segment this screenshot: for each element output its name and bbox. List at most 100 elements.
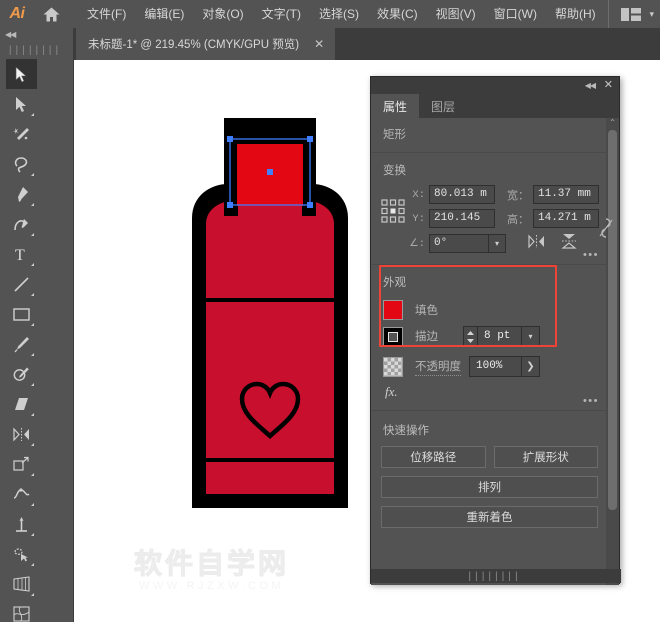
perfume-bottle-artwork[interactable]	[180, 118, 360, 513]
menu-item-view[interactable]: 视图(V)	[427, 3, 485, 25]
watermark-en: WWW.RJZXW.COM	[138, 580, 285, 592]
transform-more-button[interactable]: •••	[583, 249, 599, 261]
stroke-width-stepper[interactable]	[463, 326, 478, 347]
shaper-tool[interactable]	[6, 359, 37, 389]
direct-selection-tool[interactable]	[6, 89, 37, 119]
curvature-tool[interactable]	[6, 209, 37, 239]
shape-builder-tool[interactable]	[6, 539, 37, 569]
appearance-more-button[interactable]: •••	[583, 395, 599, 407]
fx-button[interactable]: fx.	[371, 380, 608, 402]
height-label: 高：	[507, 213, 529, 226]
flip-vertical-icon[interactable]	[561, 233, 577, 254]
tool-corner-icon	[31, 293, 34, 296]
appearance-heading: 外观	[383, 277, 406, 289]
tools-panel-grip[interactable]: ▏▏▏▏▏▏▏▏	[0, 43, 73, 57]
menu-item-effect[interactable]: 效果(C)	[368, 3, 427, 25]
tab-layers[interactable]: 图层	[419, 94, 467, 118]
appearance-section: 外观 填色 描边 8 pt ▾ 不透明度 100% ❯ fx. •••	[371, 265, 608, 411]
width-group: 宽： 11.37 mm	[505, 185, 599, 204]
opacity-label[interactable]: 不透明度	[415, 358, 461, 376]
panel-resize-grip[interactable]: ▏▏▏▏▏▏▏▏	[371, 569, 621, 583]
opacity-swatch[interactable]	[383, 356, 403, 377]
reference-point-grid-icon[interactable]	[381, 185, 405, 254]
document-tab-label: 未标题-1* @ 219.45% (CMYK/GPU 预览)	[88, 39, 300, 51]
transform-fields: X: 80.013 m 宽： 11.37 mm Y: 210.145 高： 14…	[371, 181, 613, 264]
tool-corner-icon	[31, 593, 34, 596]
menu-item-select[interactable]: 选择(S)	[310, 3, 368, 25]
lasso-tool[interactable]	[6, 149, 37, 179]
type-tool[interactable]: T	[6, 239, 37, 269]
panel-content: 矩形 变换 X: 80.013 m 宽： 11.37 mm Y: 210.145…	[371, 118, 613, 546]
quick-actions-row-3: 重新着色	[381, 506, 598, 528]
appearance-rows: 填色 描边 8 pt ▾ 不透明度 100% ❯ fx.	[371, 293, 608, 410]
selection-tool[interactable]	[6, 59, 37, 89]
magic-wand-tool[interactable]	[6, 119, 37, 149]
scroll-up-icon[interactable]: ⌃	[606, 118, 619, 128]
link-broken-icon[interactable]	[599, 185, 613, 254]
y-input[interactable]: 210.145	[429, 209, 495, 228]
collapse-icon[interactable]: ◀◀	[5, 30, 16, 39]
expand-shape-button[interactable]: 扩展形状	[493, 446, 598, 468]
tool-buttons: T	[0, 57, 73, 622]
chevron-down-icon: ▾	[649, 8, 654, 19]
width-tool[interactable]	[6, 479, 37, 509]
quick-actions-row-1: 位移路径 扩展形状	[381, 446, 598, 468]
document-tab[interactable]: 未标题-1* @ 219.45% (CMYK/GPU 预览) ✕	[76, 28, 336, 60]
stroke-label[interactable]: 描边	[415, 328, 449, 346]
menu-items: 文件(F) 编辑(E) 对象(O) 文字(T) 选择(S) 效果(C) 视图(V…	[78, 3, 605, 25]
x-width-row: X: 80.013 m 宽： 11.37 mm	[405, 185, 599, 204]
opacity-options-icon[interactable]: ❯	[522, 356, 540, 377]
tool-corner-icon	[31, 503, 34, 506]
tool-corner-icon	[31, 353, 34, 356]
y-label: Y:	[412, 212, 425, 225]
panel-titlebar[interactable]: ◀◀ ✕	[371, 77, 619, 94]
eraser-tool[interactable]	[6, 389, 37, 419]
document-tab-bar: 未标题-1* @ 219.45% (CMYK/GPU 预览) ✕	[0, 28, 660, 60]
home-icon[interactable]	[34, 0, 68, 28]
collapse-icon[interactable]: ◀◀	[585, 81, 596, 90]
free-transform-tool[interactable]	[6, 509, 37, 539]
rectangle-tool[interactable]	[6, 299, 37, 329]
scale-tool[interactable]	[6, 449, 37, 479]
transform-section: 变换 X: 80.013 m 宽： 11.37 mm Y: 210.145 高：…	[371, 153, 613, 265]
fill-color-swatch[interactable]	[383, 300, 403, 320]
tool-corner-icon	[31, 203, 34, 206]
menu-item-object[interactable]: 对象(O)	[193, 3, 252, 25]
arrange-button[interactable]: 排列	[381, 476, 598, 498]
chevron-down-icon[interactable]: ▾	[489, 234, 506, 253]
illustrator-window: Ai 文件(F) 编辑(E) 对象(O) 文字(T) 选择(S) 效果(C) 视…	[0, 0, 660, 622]
menu-item-type[interactable]: 文字(T)	[253, 3, 310, 25]
paintbrush-tool[interactable]	[6, 329, 37, 359]
tab-properties[interactable]: 属性	[371, 94, 420, 118]
opacity-input[interactable]: 100%	[469, 356, 522, 377]
mesh-tool[interactable]	[6, 599, 37, 622]
close-icon[interactable]: ✕	[604, 78, 613, 92]
angle-input[interactable]: 0°	[429, 234, 489, 253]
selection-bounding-box	[227, 136, 313, 208]
perspective-grid-tool[interactable]	[6, 569, 37, 599]
menu-item-file[interactable]: 文件(F)	[78, 3, 135, 25]
rotate-tool[interactable]	[6, 419, 37, 449]
tools-panel: ◀◀ ▏▏▏▏▏▏▏▏ T	[0, 28, 74, 622]
chevron-down-icon[interactable]: ▾	[522, 326, 540, 347]
height-input[interactable]: 14.271 m	[533, 209, 599, 228]
menu-item-window[interactable]: 窗口(W)	[485, 3, 546, 25]
pen-tool[interactable]	[6, 179, 37, 209]
panel-tabs: 属性 图层	[371, 94, 619, 118]
stroke-width-input[interactable]: 8 pt	[478, 326, 522, 347]
watermark-cn: 软件自学网	[133, 548, 290, 580]
quick-actions-section: 快速操作 位移路径 扩展形状 排列 重新着色	[371, 411, 608, 546]
width-input[interactable]: 11.37 mm	[533, 185, 599, 204]
stroke-color-swatch[interactable]	[383, 326, 403, 347]
menu-item-edit[interactable]: 编辑(E)	[135, 3, 193, 25]
menu-item-help[interactable]: 帮助(H)	[546, 3, 605, 25]
close-icon[interactable]: ✕	[311, 38, 327, 50]
offset-path-button[interactable]: 位移路径	[381, 446, 486, 468]
flip-horizontal-icon[interactable]	[528, 233, 545, 254]
quick-actions-heading: 快速操作	[383, 425, 429, 437]
panel-body: ⌃ 矩形 变换 X: 80.013 m 宽： 11.37 mm Y: 210.1…	[371, 118, 619, 585]
recolor-button[interactable]: 重新着色	[381, 506, 598, 528]
x-input[interactable]: 80.013 m	[429, 185, 495, 204]
workspace-switcher[interactable]: ▾	[608, 0, 654, 28]
line-segment-tool[interactable]	[6, 269, 37, 299]
